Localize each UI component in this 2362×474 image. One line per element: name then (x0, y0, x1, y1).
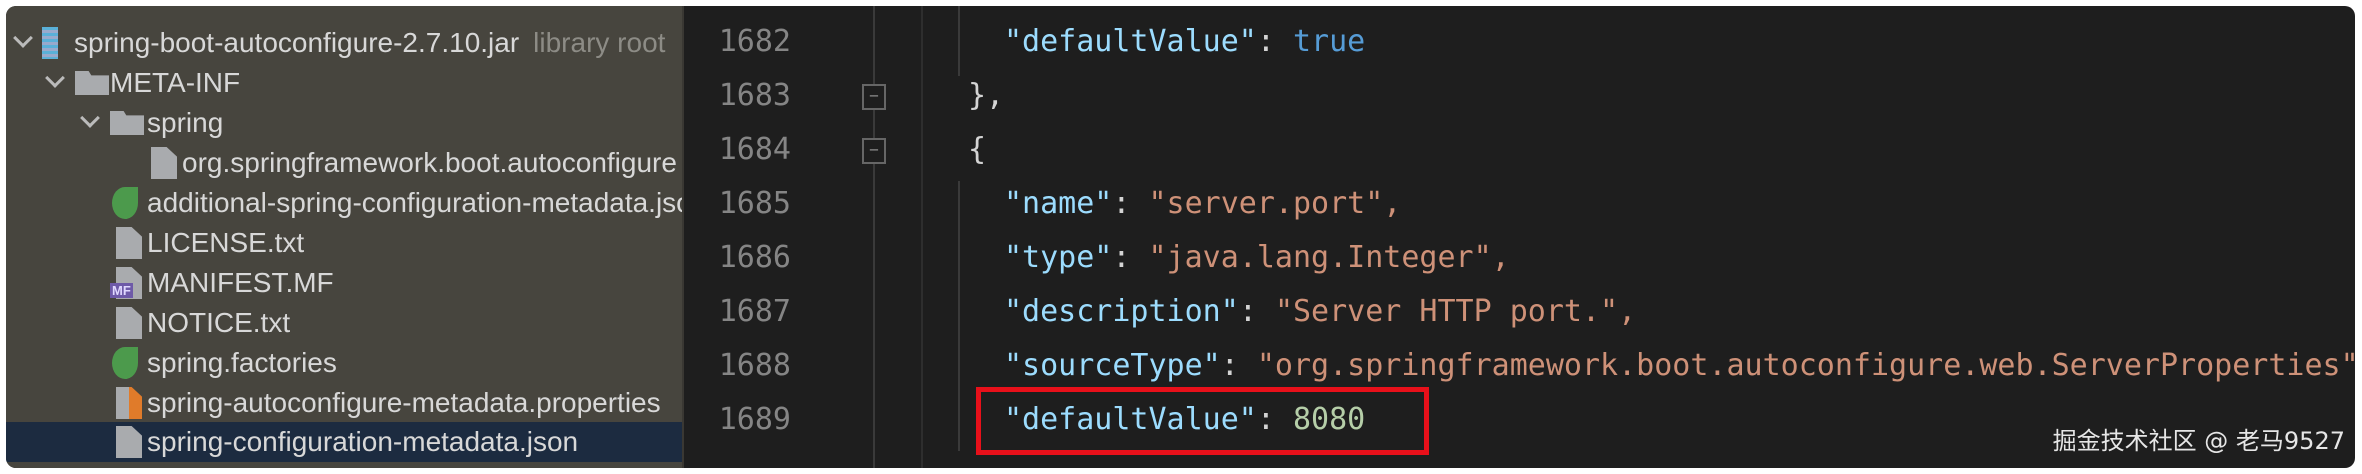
folder-icon (110, 111, 144, 135)
tree-item-spring[interactable]: spring (6, 103, 682, 143)
manifest-badge: MF (110, 283, 133, 298)
file-icon (151, 147, 177, 179)
spring-json-icon (112, 187, 138, 219)
line-number: 1684 (718, 132, 791, 167)
watermark: 掘金技术社区 @ 老马9527 (2052, 427, 2345, 455)
text-file-icon (116, 307, 142, 339)
tree-item-file[interactable]: spring-autoconfigure-metadata.properties (6, 383, 682, 423)
tree-item-label: LICENSE.txt (147, 227, 305, 258)
code-line: "sourceType": "org.springframework.boot.… (1004, 348, 2355, 383)
code-line: "name": "server.port", (1004, 186, 1402, 221)
chevron-down-icon[interactable] (45, 68, 65, 88)
project-tree: spring-boot-autoconfigure-2.7.10.jar libr… (6, 6, 684, 468)
fold-gutter (873, 6, 875, 468)
code-line: "type": "java.lang.Integer", (1004, 240, 1510, 275)
fold-collapse-icon[interactable]: − (862, 138, 886, 164)
line-number: 1682 (718, 24, 791, 59)
tree-item-jar-root[interactable]: spring-boot-autoconfigure-2.7.10.jar libr… (6, 23, 682, 63)
tree-item-label: META-INF (110, 67, 241, 98)
tree-item-meta-inf[interactable]: META-INF (6, 63, 682, 103)
code-line: "defaultValue": true (1004, 24, 1366, 59)
tree-item-label: additional-spring-configuration-metadata… (147, 187, 682, 218)
line-number: 1688 (718, 348, 791, 383)
folder-icon (75, 71, 109, 95)
text-file-icon (116, 227, 142, 259)
tree-item-file-selected[interactable]: spring-configuration-metadata.json (6, 422, 682, 462)
json-file-icon (116, 426, 142, 458)
indent-guide (958, 6, 960, 76)
line-number: 1685 (718, 186, 791, 221)
tree-item-label: spring-autoconfigure-metadata.properties (147, 387, 661, 418)
tree-item-label: spring.factories (147, 347, 337, 378)
tree-item-label: org.springframework.boot.autoconfigure (182, 147, 677, 178)
tree-item-file[interactable]: NOTICE.txt (6, 303, 682, 343)
tree-item-file[interactable]: MF MANIFEST.MF (6, 263, 682, 303)
tree-item-label: MANIFEST.MF (147, 267, 334, 298)
code-editor[interactable]: 1682 1683 1684 1685 1686 1687 1688 1689 … (686, 6, 2355, 468)
line-number: 1687 (718, 294, 791, 329)
tree-item-label: spring-configuration-metadata.json (147, 426, 579, 457)
fold-collapse-icon[interactable]: − (862, 84, 886, 110)
ide-window: spring-boot-autoconfigure-2.7.10.jar libr… (6, 6, 2355, 468)
properties-file-icon (116, 387, 142, 419)
tree-item-file[interactable]: LICENSE.txt (6, 223, 682, 263)
code-line: { (968, 132, 987, 167)
chevron-down-icon[interactable] (80, 108, 100, 128)
code-line: "description": "Server HTTP port.", (1004, 294, 1637, 329)
jar-icon (42, 27, 58, 59)
indent-guide (958, 181, 960, 451)
line-number: 1686 (718, 240, 791, 275)
highlight-box (976, 387, 1429, 455)
code-line: }, (968, 78, 1005, 113)
tree-item-file[interactable]: spring.factories (6, 343, 682, 383)
library-root-hint: library root (533, 27, 666, 58)
tree-item-file[interactable]: additional-spring-configuration-metadata… (6, 183, 682, 223)
tree-item-label: spring-boot-autoconfigure-2.7.10.jar (74, 27, 520, 58)
line-number: 1683 (718, 78, 791, 113)
gutter-separator (921, 6, 923, 468)
tree-item-label: spring (147, 107, 224, 138)
chevron-down-icon[interactable] (13, 28, 33, 48)
tree-item-label: NOTICE.txt (147, 307, 291, 338)
line-number: 1689 (718, 402, 791, 437)
spring-factories-icon (112, 347, 138, 379)
tree-item-file[interactable]: org.springframework.boot.autoconfigure (6, 143, 682, 183)
